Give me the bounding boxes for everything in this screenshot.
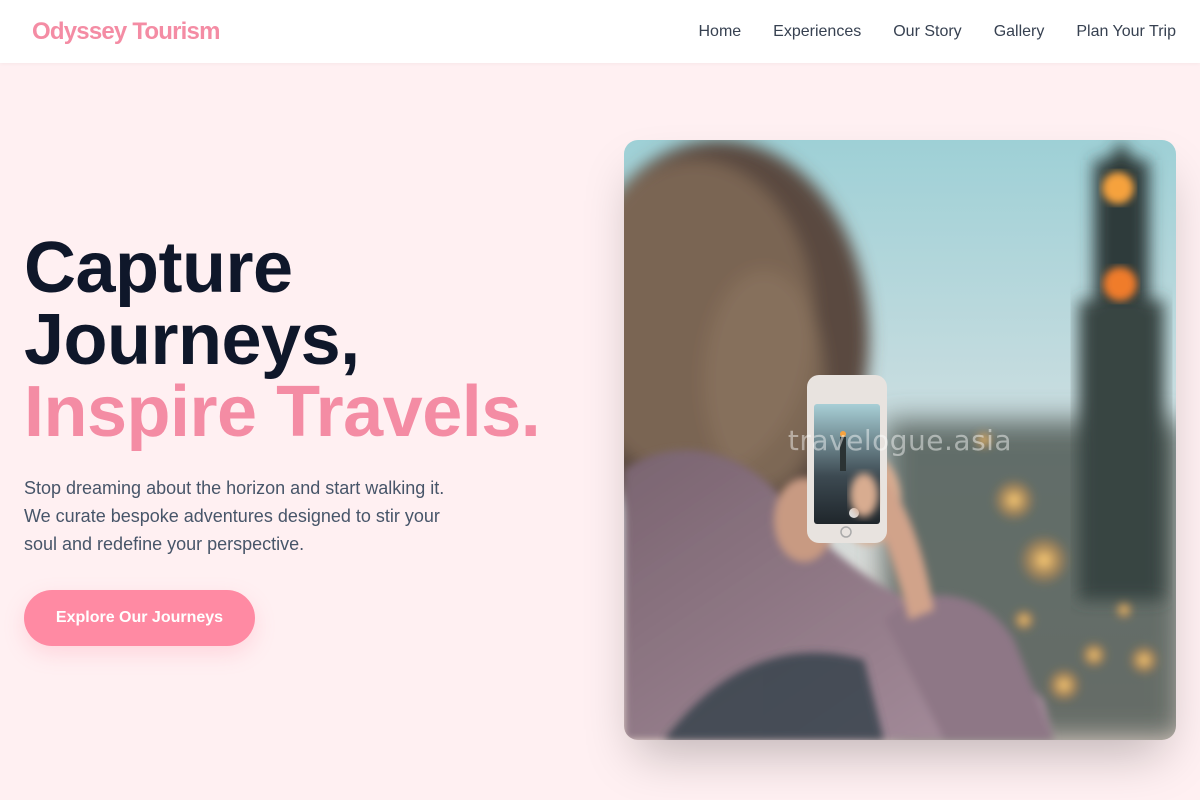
headline-line-1: Capture xyxy=(24,228,293,308)
explore-journeys-button[interactable]: Explore Our Journeys xyxy=(24,590,255,646)
nav-link-plan-your-trip[interactable]: Plan Your Trip xyxy=(1076,23,1176,41)
hero-text: Capture Journeys, Inspire Travels. Stop … xyxy=(24,232,584,558)
hero-image: travelogue.asia xyxy=(624,140,1176,740)
hero-subtext: Stop dreaming about the horizon and star… xyxy=(24,478,445,554)
nav-link-home[interactable]: Home xyxy=(698,23,741,41)
headline-line-2: Journeys, xyxy=(24,300,360,380)
image-watermark: travelogue.asia xyxy=(787,424,1013,457)
nav-link-gallery[interactable]: Gallery xyxy=(994,23,1045,41)
main-nav: Home Experiences Our Story Gallery Plan … xyxy=(698,23,1176,41)
nav-link-experiences[interactable]: Experiences xyxy=(773,23,861,41)
headline-accent: Inspire Travels. xyxy=(24,372,541,452)
site-logo[interactable]: Odyssey Tourism xyxy=(24,18,220,46)
hero-headline: Capture Journeys, Inspire Travels. xyxy=(24,232,584,448)
site-header: Odyssey Tourism Home Experiences Our Sto… xyxy=(0,0,1200,63)
nav-link-our-story[interactable]: Our Story xyxy=(893,23,961,41)
